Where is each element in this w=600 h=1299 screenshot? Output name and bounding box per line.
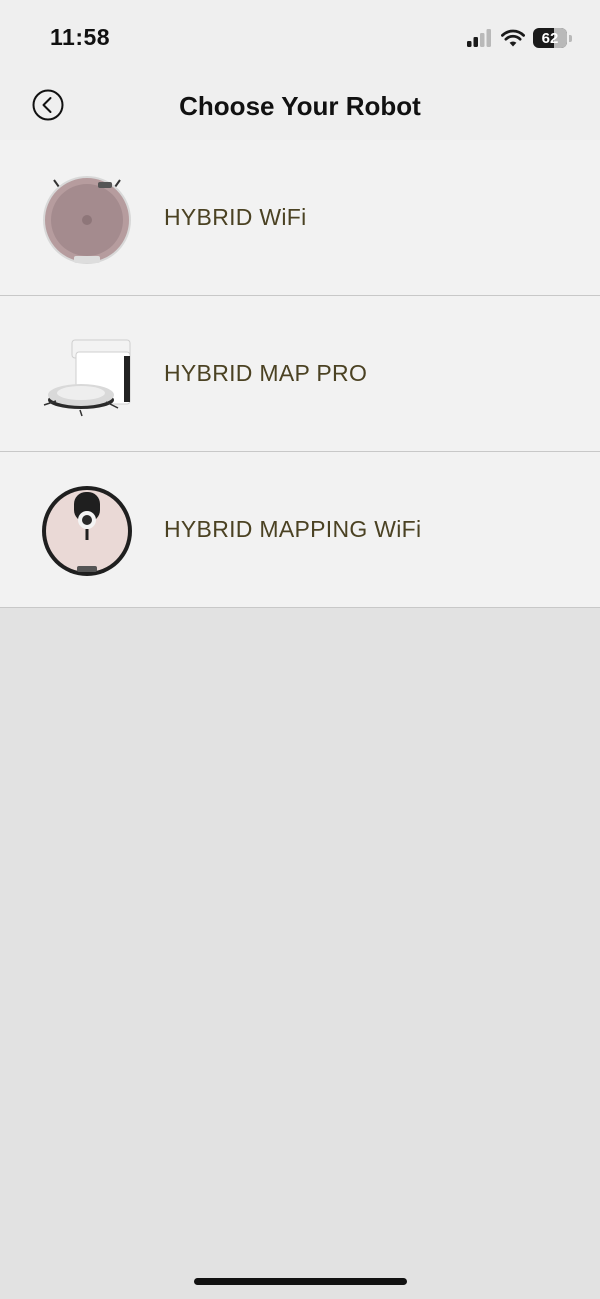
robot-list: HYBRID WiFi HYBRID MAP PRO HYBRID MAPPIN… <box>0 140 600 608</box>
cellular-signal-icon <box>467 29 491 47</box>
robot-vacuum-lidar-icon <box>42 486 132 576</box>
robot-vacuum-with-dock-icon <box>43 339 131 417</box>
robot-label: HYBRID MAP PRO <box>164 360 368 386</box>
robot-item-hybrid-map-pro[interactable]: HYBRID MAP PRO <box>0 296 600 452</box>
battery-icon: 62 <box>533 28 567 48</box>
robot-item-hybrid-mapping-wifi[interactable]: HYBRID MAPPING WiFi <box>0 452 600 608</box>
page-title: Choose Your Robot <box>179 91 421 121</box>
robot-label: HYBRID WiFi <box>164 204 307 230</box>
status-icons: 62 <box>467 26 572 50</box>
wifi-icon <box>501 29 525 47</box>
status-time: 11:58 <box>50 24 111 50</box>
robot-item-hybrid-wifi[interactable]: HYBRID WiFi <box>0 140 600 296</box>
battery-percent: 62 <box>541 29 559 47</box>
robot-label: HYBRID MAPPING WiFi <box>164 516 422 542</box>
battery-cap <box>569 34 572 42</box>
home-indicator[interactable] <box>194 1278 407 1285</box>
robot-vacuum-rose-icon <box>43 176 131 264</box>
nav-bar: Choose Your Robot <box>0 70 600 140</box>
status-bar: 11:58 62 <box>0 0 600 70</box>
